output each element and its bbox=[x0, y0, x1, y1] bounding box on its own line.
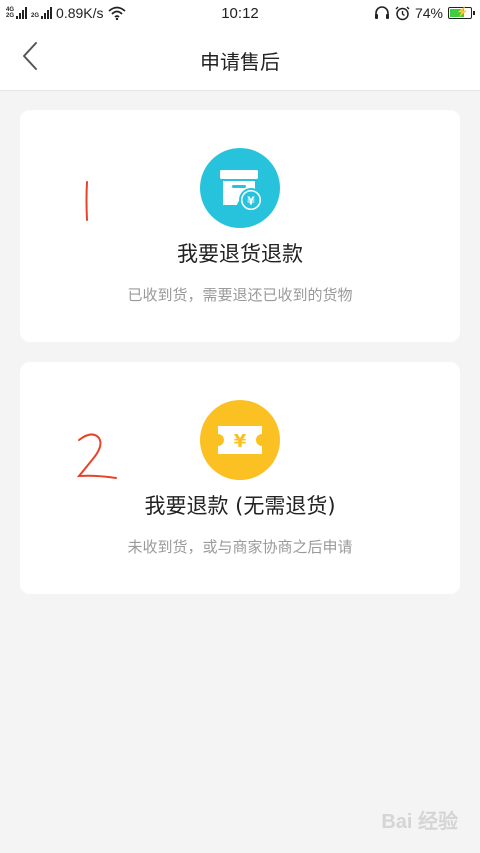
option-refund-only[interactable]: ¥ 我要退款 (无需退货) 未收到货，或与商家协商之后申请 2 bbox=[20, 362, 460, 594]
option-title: 我要退款 (无需退货) bbox=[144, 494, 336, 518]
battery-icon: ⚡ bbox=[448, 7, 475, 19]
option-return-and-refund[interactable]: ¥ 我要退货退款 已收到货，需要退还已收到的货物 1 bbox=[20, 110, 460, 342]
annotation-mark: 2 bbox=[76, 433, 117, 479]
status-right: 74% ⚡ bbox=[374, 4, 475, 22]
alarm-icon bbox=[395, 6, 410, 20]
nav-bar: 申请售后 bbox=[0, 26, 480, 91]
refund-ticket-icon: ¥ bbox=[200, 400, 280, 480]
watermark: Bai 经验 bbox=[381, 811, 458, 833]
headset-icon bbox=[374, 6, 389, 19]
annotation-label: 1 bbox=[88, 203, 89, 205]
page-title: 申请售后 bbox=[200, 50, 280, 74]
status-bar: 4G 2G 2G 0.89K/s 10:12 74% ⚡ bbox=[0, 0, 480, 26]
option-description: 已收到货，需要退还已收到的货物 bbox=[127, 286, 353, 304]
option-title: 我要退货退款 bbox=[177, 242, 303, 266]
annotation-mark: 1 bbox=[85, 181, 89, 221]
option-description: 未收到货，或与商家协商之后申请 bbox=[127, 538, 353, 556]
svg-text:¥: ¥ bbox=[247, 195, 255, 208]
battery-percent: 74% bbox=[414, 5, 443, 21]
return-box-icon: ¥ bbox=[200, 148, 280, 228]
annotation-label: 2 bbox=[99, 457, 100, 459]
svg-text:¥: ¥ bbox=[234, 431, 247, 452]
